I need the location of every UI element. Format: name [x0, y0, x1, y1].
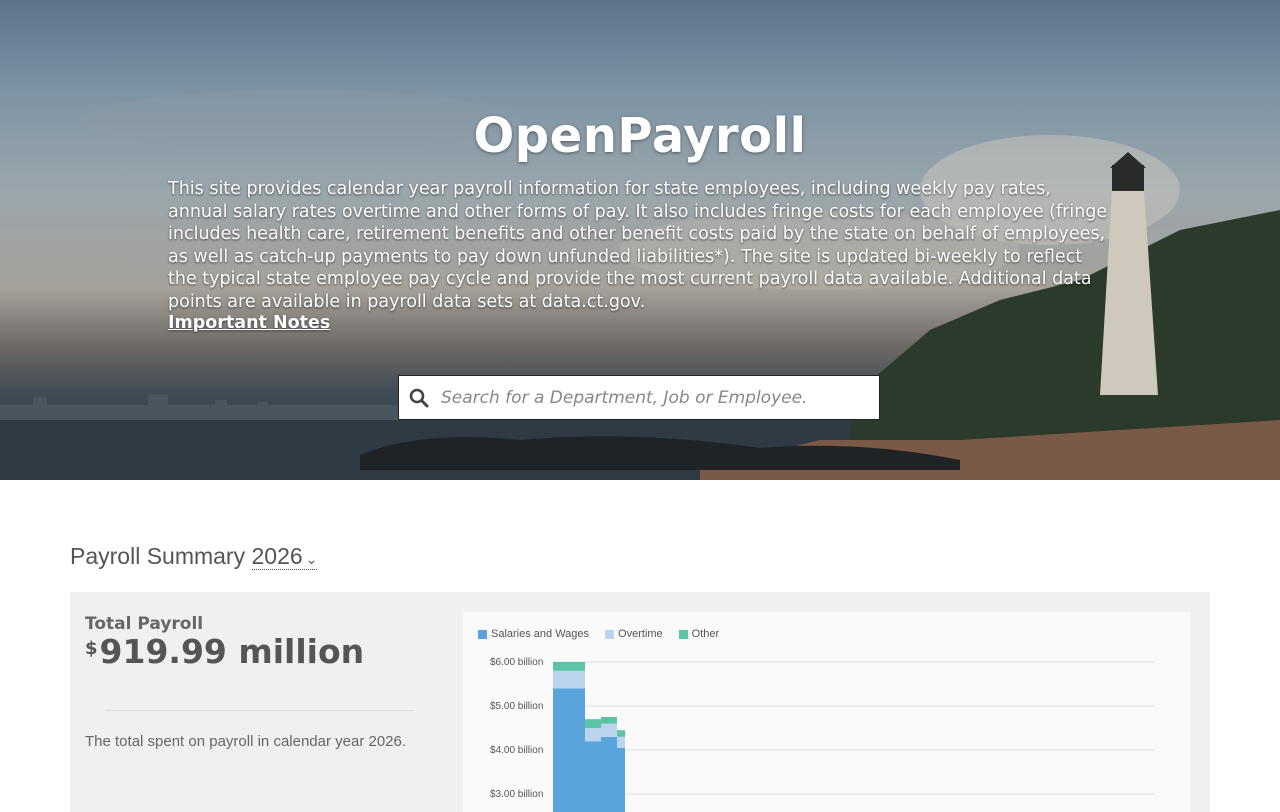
chart-bar-segment: [617, 730, 625, 737]
search-input[interactable]: [439, 386, 873, 409]
search-bar[interactable]: [398, 375, 880, 420]
important-notes-link[interactable]: Important Notes: [168, 313, 330, 333]
chart-bar-segment: [593, 741, 601, 812]
y-tick-label: $6.00 billion: [490, 657, 543, 668]
chart-bar-segment: [617, 736, 625, 748]
site-title: OpenPayroll: [473, 108, 807, 164]
y-tick-label: $4.00 billion: [490, 745, 543, 756]
year-dropdown[interactable]: 2026 ⌄: [251, 543, 318, 570]
chart-bar-segment: [593, 728, 601, 742]
summary-panel: Total Payroll $919.99 million The total …: [70, 592, 1210, 812]
chart-plot: $6.00 billion $5.00 billion $4.00 billion $…: [490, 657, 1155, 812]
chart-bar-segment: [609, 723, 617, 737]
chart-bar-segment: [601, 736, 609, 812]
chart-bar-segment: [601, 717, 609, 724]
y-tick-label: $3.00 billion: [490, 789, 543, 800]
summary-title: Payroll Summary: [70, 543, 246, 569]
payroll-chart: Salaries and Wages Overtime Other $6.00 …: [463, 612, 1190, 812]
total-amount: 919.99 million: [99, 632, 365, 671]
payroll-summary-heading: Payroll Summary 2026 ⌄: [70, 543, 318, 570]
chart-bar-segment: [609, 717, 617, 724]
chart-bar-segment: [553, 688, 585, 812]
divider: [105, 710, 413, 711]
site-description: This site provides calendar year payroll…: [168, 179, 1108, 312]
chevron-down-icon: ⌄: [305, 551, 318, 567]
total-payroll-label: Total Payroll: [85, 614, 204, 634]
chart-bar-segment: [617, 747, 625, 812]
y-tick-label: $5.00 billion: [490, 701, 543, 712]
chart-bar-segment: [585, 728, 593, 742]
chart-bar-segment: [553, 662, 585, 671]
hero-banner: OpenPayroll This site provides calendar …: [0, 0, 1280, 480]
chart-bar-segment: [593, 719, 601, 728]
chart-bar-segment: [553, 670, 585, 689]
total-payroll-value: $919.99 million: [85, 632, 364, 671]
chart-bar-segment: [585, 719, 593, 728]
chart-bar-segment: [609, 736, 617, 812]
total-payroll-caption: The total spent on payroll in calendar y…: [85, 733, 407, 750]
currency-symbol: $: [85, 638, 98, 659]
chart-bar-segment: [585, 741, 593, 812]
chart-bar-segment: [601, 723, 609, 737]
search-icon[interactable]: [399, 388, 439, 408]
year-value: 2026: [251, 543, 303, 569]
